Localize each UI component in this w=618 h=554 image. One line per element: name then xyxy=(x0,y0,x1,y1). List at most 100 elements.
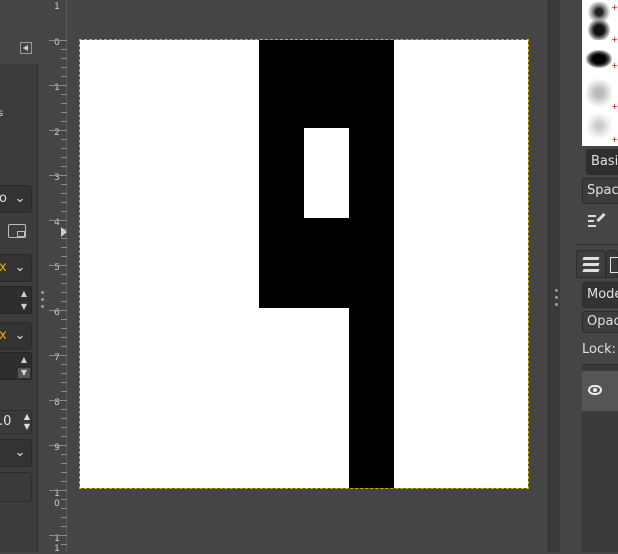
edit-icon[interactable] xyxy=(588,212,606,228)
mode-label: Mode xyxy=(587,287,618,302)
ruler-tick xyxy=(61,103,67,104)
ruler-tick xyxy=(61,481,67,482)
ruler-tick xyxy=(49,490,67,491)
number-field[interactable]: .0 ▲ ▼ xyxy=(0,410,32,434)
brush-thumbnail[interactable] xyxy=(586,20,612,40)
ruler-tick xyxy=(49,445,67,446)
ruler-tick xyxy=(61,76,67,77)
option-dropdown[interactable]: ⌄ xyxy=(0,439,32,467)
ruler-tick xyxy=(61,337,67,338)
ruler-tick xyxy=(61,301,67,302)
brush-thumbnail[interactable] xyxy=(586,50,612,68)
ruler-tick xyxy=(49,535,67,536)
unit-dropdown-2[interactable]: x ⌄ xyxy=(0,322,32,350)
ruler-tick xyxy=(61,328,67,329)
vertical-scrollbar[interactable] xyxy=(548,0,560,552)
ruler-tick xyxy=(61,472,67,473)
ruler-tick xyxy=(61,184,67,185)
opacity-field[interactable]: Opaci xyxy=(582,311,618,333)
divider xyxy=(576,244,618,245)
shape-hole xyxy=(304,128,349,218)
ruler-tick xyxy=(61,418,67,419)
unit-dropdown-1[interactable]: x ⌄ xyxy=(0,254,32,282)
ruler-tick xyxy=(49,40,67,41)
ruler-tick xyxy=(61,166,67,167)
spin-up-icon[interactable]: ▲ xyxy=(24,412,30,422)
ruler-tick xyxy=(61,67,67,68)
ruler-tick xyxy=(49,130,67,131)
ruler-tick xyxy=(61,346,67,347)
ruler-tick xyxy=(49,220,67,221)
mode-field[interactable]: Mode xyxy=(582,282,618,308)
ruler-label: 1 0 xyxy=(54,489,60,509)
partial-text: s xyxy=(0,108,4,119)
ruler-tick xyxy=(61,94,67,95)
ruler-tick xyxy=(61,256,67,257)
ruler-tick xyxy=(61,139,67,140)
ruler-tick xyxy=(61,454,67,455)
spin-up-icon[interactable]: ▲ xyxy=(18,355,30,365)
spacing-field[interactable]: Spacin xyxy=(582,178,618,204)
brush-thumbnail[interactable] xyxy=(586,78,612,108)
ruler-tick xyxy=(61,274,67,275)
chevron-down-icon: ⌄ xyxy=(14,191,26,206)
ruler-tick xyxy=(61,148,67,149)
preset-field[interactable]: Basic xyxy=(586,149,618,175)
ruler-tick xyxy=(49,265,67,266)
ruler-tick xyxy=(61,427,67,428)
ruler-tick xyxy=(49,175,67,176)
brush-thumbnail[interactable] xyxy=(586,2,612,22)
spin-down-icon[interactable]: ▼ xyxy=(18,302,30,312)
ruler-tick xyxy=(61,121,67,122)
ruler-tick xyxy=(61,544,67,545)
tab-channels[interactable] xyxy=(606,250,618,278)
plus-icon: + xyxy=(611,135,618,144)
plus-icon: + xyxy=(611,3,618,12)
ruler-tick xyxy=(61,391,67,392)
channels-icon xyxy=(610,257,618,273)
ruler-tick xyxy=(61,319,67,320)
options-button[interactable] xyxy=(0,472,32,502)
spin-down-icon[interactable]: ▼ xyxy=(24,422,30,432)
brush-thumbnail[interactable] xyxy=(586,112,612,140)
layers-list[interactable] xyxy=(582,364,618,552)
spacing-label: Spacin xyxy=(587,183,618,198)
ruler-tick xyxy=(61,58,67,59)
aspect-spinner[interactable]: ▲ ▼ xyxy=(0,352,32,380)
ruler-tick xyxy=(61,292,67,293)
vertical-ruler[interactable]: 1 0 1 2 3 4 5 6 7 8 9 1 0 1 1 xyxy=(49,0,67,554)
reset-icon[interactable] xyxy=(8,224,26,238)
tab-layers[interactable] xyxy=(576,250,606,278)
eye-icon[interactable] xyxy=(588,385,602,395)
ruler-tick xyxy=(61,526,67,527)
brushes-list[interactable]: + + + + + xyxy=(582,0,618,146)
layers-icon xyxy=(582,257,600,260)
ruler-pointer-icon xyxy=(61,227,67,237)
spin-up-icon[interactable]: ▲ xyxy=(18,289,30,299)
size-spinner[interactable]: ▲ ▼ xyxy=(0,286,32,314)
ruler-tick xyxy=(61,436,67,437)
ruler-tick xyxy=(61,382,67,383)
ruler-label: 1 xyxy=(54,2,60,12)
ruler-tick xyxy=(49,400,67,401)
ruler-tick xyxy=(61,193,67,194)
image-canvas[interactable] xyxy=(79,39,529,489)
opacity-label: Opaci xyxy=(587,314,618,329)
ruler-tick xyxy=(61,499,67,500)
mode-dropdown[interactable]: o ⌄ xyxy=(0,185,32,213)
layer-row[interactable] xyxy=(582,371,618,411)
tool-options-dock: s o ⌄ x ⌄ ▲ ▼ x ⌄ ▲ ▼ .0 ▲ ▼ ⌄ xyxy=(0,0,48,552)
ruler-tick xyxy=(61,409,67,410)
ruler-tick xyxy=(61,49,67,50)
ruler-tick xyxy=(61,211,67,212)
ruler-tick xyxy=(49,355,67,356)
ruler-label: 1 1 xyxy=(54,534,60,554)
ruler-tick xyxy=(49,85,67,86)
collapse-dock-icon[interactable] xyxy=(20,42,32,54)
ruler-tick xyxy=(49,310,67,311)
dock-separator[interactable] xyxy=(555,0,575,552)
drawn-shape-stem xyxy=(349,308,394,488)
ruler-tick xyxy=(61,373,67,374)
dock-resize-grip[interactable] xyxy=(41,291,45,311)
spin-down-icon[interactable]: ▼ xyxy=(18,368,30,378)
